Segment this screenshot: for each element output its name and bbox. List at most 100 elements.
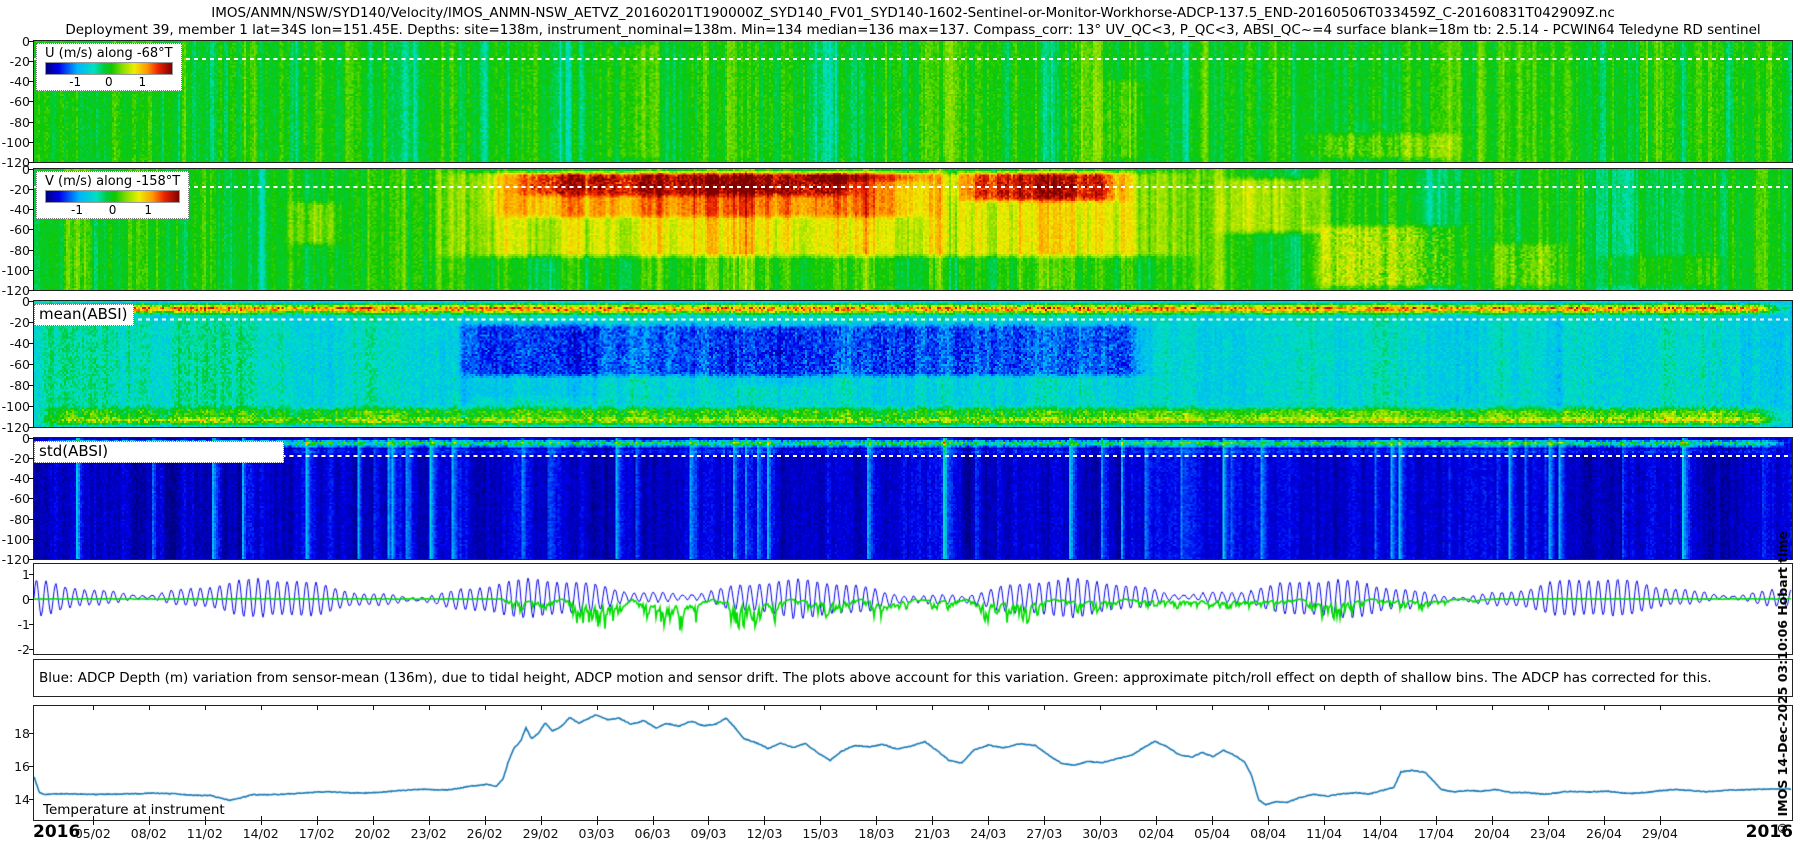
x-tick-mark (1604, 705, 1605, 710)
colorbar-tick-label: 1 (144, 203, 152, 217)
y-tick-mark (29, 539, 34, 540)
x-tick-mark (1380, 705, 1381, 710)
y-tick-label: 1 (1, 567, 30, 582)
x-tick-label: 23/02 (411, 826, 447, 841)
x-tick-mark (876, 705, 877, 710)
y-tick-label: 0 (1, 294, 30, 309)
y-tick-label: 14 (1, 792, 30, 807)
u-velocity-colorbar (45, 62, 173, 75)
y-tick-mark (29, 250, 34, 251)
x-tick-label: 20/02 (355, 826, 391, 841)
y-tick-label: -1 (1, 617, 30, 632)
depth-annotation-box: Blue: ADCP Depth (m) variation from sens… (33, 659, 1793, 697)
y-tick-label: -40 (1, 336, 30, 351)
x-tick-mark (1324, 821, 1325, 825)
x-tick-label: 12/03 (746, 826, 782, 841)
x-tick-mark (93, 705, 94, 710)
y-tick-mark (29, 270, 34, 271)
x-tick-mark (764, 821, 765, 825)
u-velocity-canvas (34, 41, 1792, 162)
x-tick-label: 11/02 (187, 826, 223, 841)
y-tick-label: -60 (1, 357, 30, 372)
y-tick-mark (29, 427, 34, 428)
std-absi-label: std(ABSI) (39, 442, 108, 460)
panel-mean-absi-heatmap: mean(ABSI) 0-20-40-60-80-100-120 (33, 300, 1793, 428)
x-tick-mark (820, 821, 821, 825)
x-tick-mark (429, 821, 430, 825)
v-velocity-colorbar-ticks: -1 0 1 (45, 203, 180, 217)
x-tick-mark (1492, 821, 1493, 825)
y-tick-mark (29, 478, 34, 479)
y-tick-label: 16 (1, 759, 30, 774)
y-tick-mark (29, 61, 34, 62)
x-tick-mark (597, 821, 598, 825)
y-tick-mark (29, 385, 34, 386)
x-tick-label: 26/04 (1586, 826, 1622, 841)
y-tick-mark (29, 599, 34, 600)
y-tick-label: -60 (1, 491, 30, 506)
y-tick-mark (29, 122, 34, 123)
panel-temperature-line: Temperature at instrument 141618 (33, 705, 1793, 821)
colorbar-tick-label: 0 (109, 203, 117, 217)
x-tick-label: 17/02 (299, 826, 335, 841)
y-tick-label: -100 (1, 263, 30, 278)
x-tick-mark (149, 705, 150, 710)
x-tick-mark (1604, 821, 1605, 825)
x-axis-year-left: 2016 (33, 822, 80, 842)
y-tick-label: -100 (1, 135, 30, 150)
temperature-label: Temperature at instrument (43, 802, 225, 818)
y-tick-mark (29, 574, 34, 575)
y-tick-mark (29, 81, 34, 82)
x-tick-mark (708, 821, 709, 825)
x-tick-mark (1492, 705, 1493, 710)
x-tick-label: 09/03 (690, 826, 726, 841)
colorbar-tick-label: -1 (71, 203, 83, 217)
mean-absi-canvas (34, 301, 1792, 427)
v-velocity-legend: V (m/s) along -158°T -101 (36, 171, 189, 219)
x-tick-mark (1324, 705, 1325, 710)
x-tick-label: 29/04 (1642, 826, 1678, 841)
x-tick-label: 06/03 (635, 826, 671, 841)
x-tick-mark (1660, 821, 1661, 825)
y-tick-mark (29, 649, 34, 650)
x-tick-label: 27/03 (1026, 826, 1062, 841)
y-tick-label: -2 (1, 642, 30, 657)
x-tick-mark (1212, 705, 1213, 710)
y-tick-mark (29, 41, 34, 42)
y-tick-mark (29, 624, 34, 625)
y-tick-mark (29, 101, 34, 102)
y-tick-label: -20 (1, 54, 30, 69)
y-tick-mark (29, 290, 34, 291)
x-tick-label: 18/03 (858, 826, 894, 841)
copyright-watermark: © IMOS 14-Dec-2025 03:10:06 Hobart time (1775, 531, 1790, 836)
x-tick-mark (988, 821, 989, 825)
x-tick-mark (653, 821, 654, 825)
y-tick-mark (29, 406, 34, 407)
x-tick-mark (373, 705, 374, 710)
colorbar-tick-label: -1 (69, 75, 81, 89)
y-tick-label: -120 (1, 552, 30, 567)
x-tick-mark (541, 705, 542, 710)
x-tick-mark (597, 705, 598, 710)
x-tick-mark (932, 705, 933, 710)
x-tick-mark (1380, 821, 1381, 825)
y-tick-label: -80 (1, 243, 30, 258)
y-tick-label: 0 (1, 431, 30, 446)
y-tick-mark (29, 169, 34, 170)
y-tick-label: -80 (1, 512, 30, 527)
x-tick-mark (1268, 705, 1269, 710)
y-tick-label: -60 (1, 94, 30, 109)
x-tick-mark (1436, 705, 1437, 710)
x-tick-label: 08/02 (131, 826, 167, 841)
y-tick-mark (29, 498, 34, 499)
x-tick-label: 03/03 (579, 826, 615, 841)
y-tick-label: -80 (1, 378, 30, 393)
mean-absi-label-box: mean(ABSI) (34, 304, 134, 326)
y-tick-label: -20 (1, 182, 30, 197)
x-tick-mark (1436, 821, 1437, 825)
x-tick-mark (1100, 705, 1101, 710)
x-tick-mark (708, 705, 709, 710)
y-tick-mark (29, 799, 34, 800)
x-tick-label: 14/04 (1362, 826, 1398, 841)
std-absi-canvas (34, 438, 1792, 559)
